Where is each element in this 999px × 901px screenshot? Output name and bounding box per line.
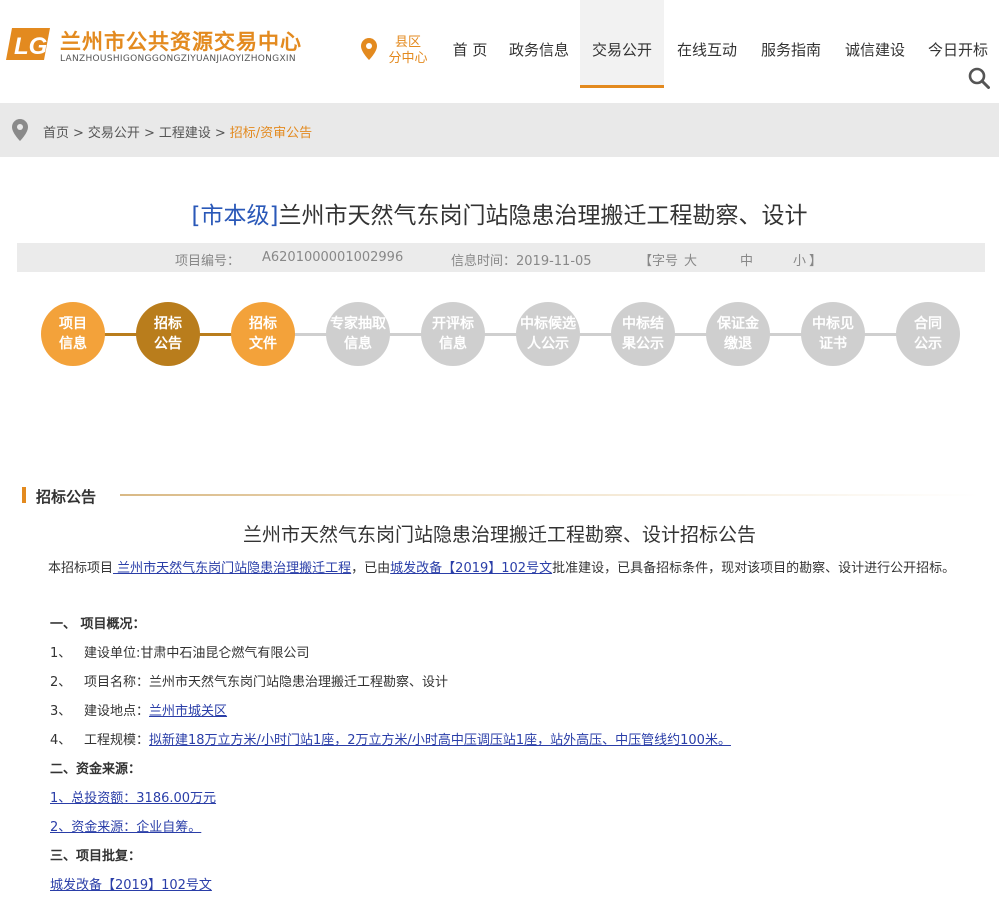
step-deposit-refund[interactable]: 保证金 缴退 — [706, 302, 770, 366]
step-tender-document[interactable]: 招标 文件 — [231, 302, 295, 366]
breadcrumb-home[interactable]: 首页 — [43, 126, 69, 141]
list-item: 1、 建设单位:甘肃中石油昆仑燃气有限公司 — [50, 646, 310, 661]
fund-source-link[interactable]: 2、资金来源：企业自筹。 — [50, 820, 201, 835]
list-item: 城发改备【2019】102号文 — [50, 874, 212, 893]
heading-overview: 一、 项目概况： — [50, 617, 146, 632]
breadcrumb-separator: > — [214, 126, 226, 141]
heading-funding: 二、资金来源： — [50, 762, 142, 777]
svg-text:LG: LG — [14, 33, 47, 60]
location-pin-icon — [12, 119, 28, 141]
step-bid-opening[interactable]: 开评标 信息 — [421, 302, 485, 366]
approval-link[interactable]: 城发改备【2019】102号文 — [50, 878, 212, 893]
nav-trading-public[interactable]: 交易公开 — [580, 0, 664, 88]
breadcrumb-current[interactable]: 招标/资审公告 — [230, 126, 312, 141]
nav-government-info[interactable]: 政务信息 — [500, 0, 578, 88]
step-expert-selection[interactable]: 专家抽取 信息 — [326, 302, 390, 366]
breadcrumb-separator: > — [73, 126, 84, 141]
font-size-large[interactable]: 大 — [684, 250, 697, 269]
list-item: 2、 项目名称：兰州市天然气东岗门站隐患治理搬迁工程勘察、设计 — [50, 675, 449, 690]
project-no-label: 项目编号： — [175, 254, 241, 269]
brand-name[interactable]: 兰州市公共资源交易中心 — [60, 26, 302, 56]
logo-icon[interactable]: LG — [6, 24, 50, 64]
breadcrumb-engineering[interactable]: 工程建设 — [159, 126, 211, 141]
step-award-certificate[interactable]: 中标见 证书 — [801, 302, 865, 366]
intro-paragraph: 本招标项目 兰州市天然气东岗门站隐患治理搬迁工程，已由城发改备【2019】102… — [48, 561, 956, 576]
step-candidate-publicity[interactable]: 中标候选 人公示 — [516, 302, 580, 366]
nav-service-guide[interactable]: 服务指南 — [750, 0, 832, 88]
font-size-small[interactable]: 小 — [793, 250, 806, 269]
page-title-text: 兰州市天然气东岗门站隐患治理搬迁工程勘察、设计 — [278, 203, 808, 229]
site-header: LG 兰州市公共资源交易中心 LANZHOUSHIGONGGONGZIYUANJ… — [0, 0, 999, 100]
nav-credit-building[interactable]: 诚信建设 — [835, 0, 915, 88]
font-size-medium[interactable]: 中 — [740, 250, 753, 269]
location-pin-icon[interactable] — [361, 38, 377, 60]
brand-pinyin: LANZHOUSHIGONGGONGZIYUANJIAOYIZHONGXIN — [60, 54, 296, 64]
font-size-label: 【字号 — [639, 254, 679, 269]
list-item: 3、 建设地点：兰州市城关区 — [50, 704, 228, 719]
breadcrumb-trading-public[interactable]: 交易公开 — [88, 126, 140, 141]
heading-approval: 三、项目批复： — [50, 849, 142, 864]
step-contract-publicity[interactable]: 合同 公示 — [896, 302, 960, 366]
breadcrumb-separator: > — [143, 126, 155, 141]
meta-bar: 项目编号： A6201000001002996 信息时间：2019-11-05 … — [17, 243, 985, 272]
step-project-info[interactable]: 项目 信息 — [41, 302, 105, 366]
announcement-title: 兰州市天然气东岗门站隐患治理搬迁工程勘察、设计招标公告 — [242, 524, 756, 546]
level-tag: [市本级] — [191, 203, 279, 229]
location-link[interactable]: 兰州市城关区 — [149, 704, 227, 719]
fund-total-link[interactable]: 1、总投资额：3186.00万元 — [50, 791, 216, 806]
list-item: 2、资金来源：企业自筹。 — [50, 816, 201, 835]
breadcrumb: 首页 > 交易公开 > 工程建设 > 招标/资审公告 — [43, 122, 316, 141]
step-result-publicity[interactable]: 中标结 果公示 — [611, 302, 675, 366]
font-size-close: 】 — [809, 254, 823, 269]
approval-doc-link[interactable]: 城发改备【2019】102号文 — [390, 561, 552, 576]
step-tender-notice[interactable]: 招标 公告 — [136, 302, 200, 366]
list-item: 4、 工程规模：拟新建18万立方米/小时门站1座，2万立方米/小时高中压调压站1座… — [50, 733, 731, 748]
section-heading: 招标公告 — [36, 488, 97, 506]
project-link[interactable]: 兰州市天然气东岗门站隐患治理搬迁工程 — [113, 561, 351, 576]
project-no: A6201000001002996 — [262, 250, 404, 265]
nav-home[interactable]: 首 页 — [443, 0, 497, 88]
breadcrumb-bar: 首页 > 交易公开 > 工程建设 > 招标/资审公告 — [0, 103, 999, 157]
scale-link[interactable]: 拟新建18万立方米/小时门站1座，2万立方米/小时高中压调压站1座，站外高压、中… — [149, 733, 731, 748]
page-title: [市本级]兰州市天然气东岗门站隐患治理搬迁工程勘察、设计 — [0, 196, 999, 230]
publish-time: 信息时间：2019-11-05 — [451, 254, 592, 269]
list-item: 1、总投资额：3186.00万元 — [50, 787, 216, 806]
section-marker — [22, 487, 26, 503]
nav-online-interaction[interactable]: 在线互动 — [667, 0, 747, 88]
section-divider — [120, 494, 980, 496]
search-icon[interactable] — [968, 67, 990, 89]
county-branch-link[interactable]: 县区 分中心 — [383, 35, 433, 67]
